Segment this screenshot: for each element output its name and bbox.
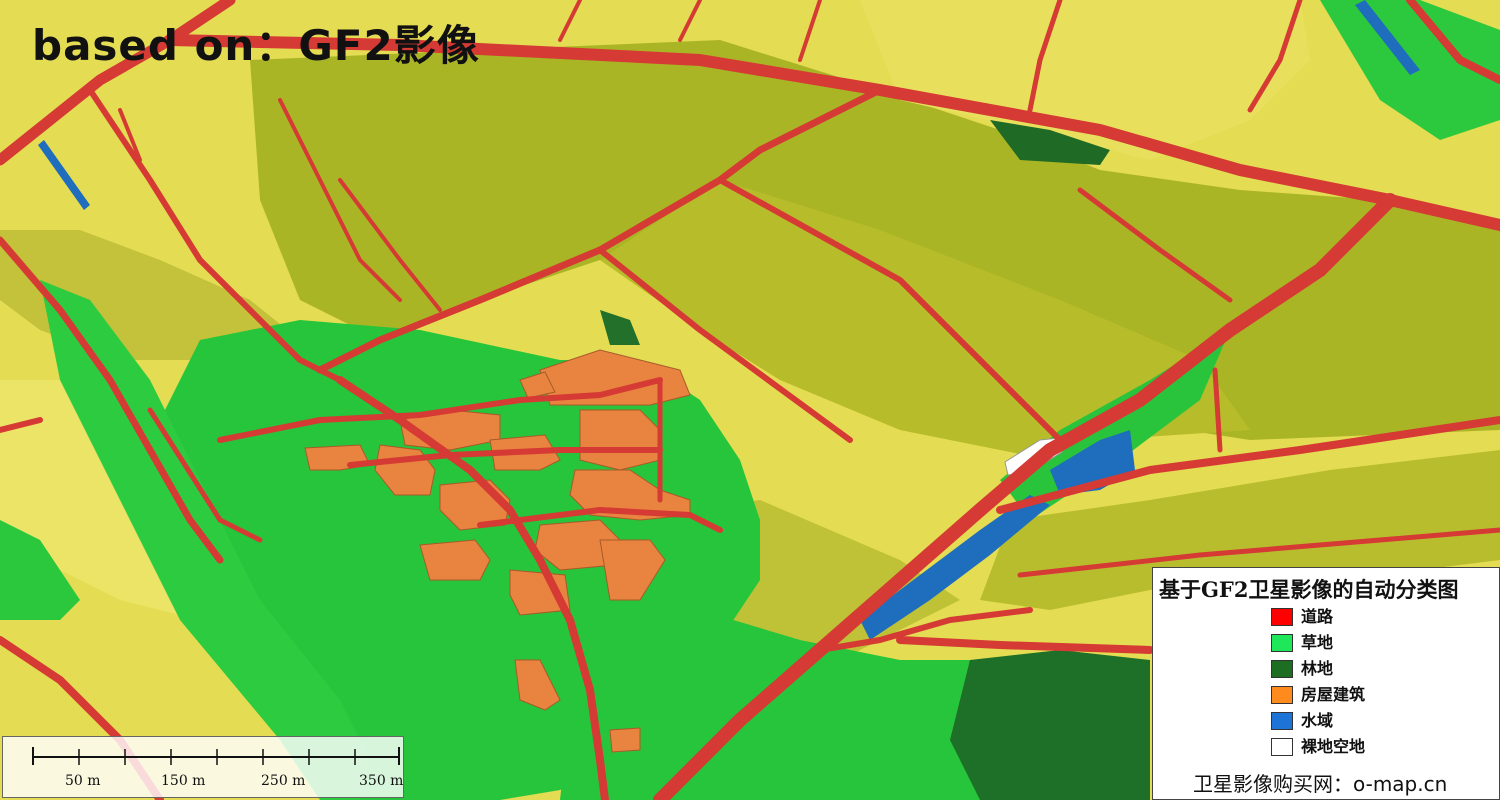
scale-label-350m: 350 m	[359, 773, 404, 789]
legend-label-bare-land: 裸地空地	[1301, 737, 1366, 756]
scale-bar-ruler	[32, 747, 400, 765]
scale-label-150m: 150 m	[161, 773, 206, 789]
legend-label-road: 道路	[1301, 607, 1334, 626]
scale-label-50m: 50 m	[65, 773, 101, 789]
legend-swatch-building	[1271, 686, 1293, 704]
source-watermark: based on：GF2影像	[32, 21, 480, 70]
legend-swatch-road	[1271, 608, 1293, 626]
legend-swatch-water	[1271, 712, 1293, 730]
legend-swatch-grassland	[1271, 634, 1293, 652]
legend-label-water: 水域	[1301, 711, 1334, 730]
legend-footer-website[interactable]: 卫星影像购买网：o-map.cn	[1193, 768, 1447, 797]
legend-label-building: 房屋建筑	[1301, 685, 1366, 704]
scale-label-250m: 250 m	[261, 773, 306, 789]
legend-label-forest: 林地	[1301, 659, 1334, 678]
legend-label-grassland: 草地	[1301, 633, 1334, 652]
legend-title: 基于GF2卫星影像的自动分类图	[1159, 577, 1459, 602]
forest-southeast	[950, 650, 1150, 800]
legend-swatch-forest	[1271, 660, 1293, 678]
scale-bar: 50 m 150 m 250 m 350 m	[2, 736, 404, 798]
map-legend: 基于GF2卫星影像的自动分类图 道路 草地 林地 房屋建筑 水域 裸地空地 卫星…	[1152, 567, 1500, 800]
legend-swatch-bare-land	[1271, 738, 1293, 756]
